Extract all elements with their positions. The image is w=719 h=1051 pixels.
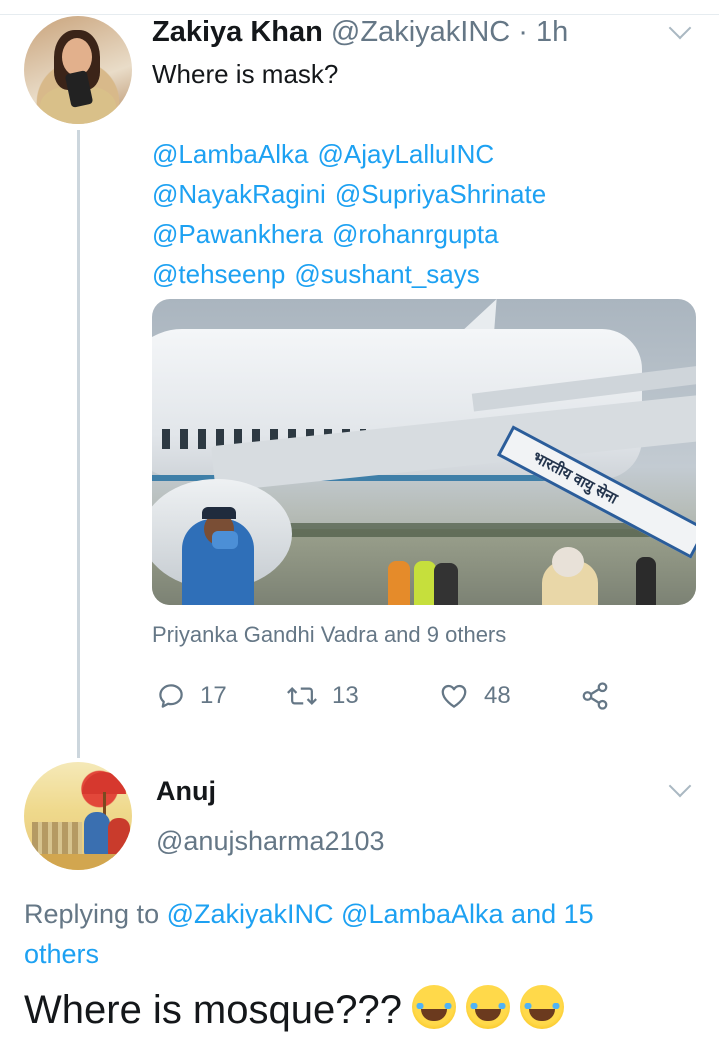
- face-with-tears-of-joy-icon: [411, 985, 456, 1029]
- tweet2-author-handle[interactable]: @anujsharma2103: [156, 824, 385, 858]
- tweet1-liked-by[interactable]: Priyanka Gandhi Vadra and 9 others: [152, 620, 506, 650]
- mention-link[interactable]: @LambaAlka: [152, 139, 308, 169]
- tweet1-header: Zakiya Khan @ZakiyakINC · 1h: [152, 14, 568, 50]
- tweet2-text-line: Where is mosque???: [24, 984, 564, 1036]
- tweet1-author-name[interactable]: Zakiya Khan: [152, 16, 323, 48]
- mention-link[interactable]: @SupriyaShrinate: [335, 179, 546, 209]
- tweet1-mentions: @LambaAlka @AjayLalluINC @NayakRagini @Sup…: [152, 134, 622, 294]
- share-icon: [582, 682, 608, 710]
- mention-link[interactable]: @NayakRagini: [152, 179, 326, 209]
- retweet-count: 13: [332, 682, 359, 709]
- reply-button[interactable]: 17: [156, 676, 227, 716]
- tweet2-author-name[interactable]: Anuj: [156, 774, 216, 808]
- mention-link[interactable]: @sushant_says: [294, 259, 479, 289]
- face-with-tears-of-joy-icon: [519, 985, 564, 1029]
- tweet1-action-bar: 17 13 48: [152, 676, 632, 716]
- tweet1-separator-dot: ·: [518, 16, 528, 48]
- retweet-button[interactable]: 13: [286, 676, 359, 716]
- replying-to-users[interactable]: @ZakiyakINC @LambaAlka: [167, 899, 504, 929]
- mention-link[interactable]: @Pawankhera: [152, 219, 323, 249]
- share-button[interactable]: [580, 676, 610, 716]
- tweet1-author-handle[interactable]: @ZakiyakINC: [331, 16, 510, 48]
- tweet1-photo[interactable]: भारतीय वायु सेना: [152, 299, 696, 605]
- tweet2-text: Where is mosque???: [24, 988, 402, 1032]
- face-with-tears-of-joy-icon: [465, 985, 510, 1029]
- retweet-icon: [287, 687, 317, 705]
- avatar-zakiya-khan[interactable]: [24, 16, 132, 124]
- avatar-anuj[interactable]: [24, 762, 132, 870]
- mention-link[interactable]: @rohanrgupta: [332, 219, 499, 249]
- tweet1-chevron-down-icon[interactable]: [668, 16, 692, 40]
- reply-count: 17: [200, 682, 227, 709]
- replying-to-prefix: Replying to: [24, 899, 160, 929]
- tweet1-timestamp[interactable]: 1h: [536, 16, 568, 48]
- reply-icon: [159, 684, 183, 708]
- tweet1-text: Where is mask?: [152, 59, 339, 89]
- mention-link[interactable]: @AjayLalluINC: [317, 139, 494, 169]
- replying-to-line: Replying to @ZakiyakINC @LambaAlka and 1…: [24, 894, 674, 974]
- like-count: 48: [484, 682, 511, 709]
- mention-link[interactable]: @tehseenp: [152, 259, 285, 289]
- like-button[interactable]: 48: [438, 676, 511, 716]
- tweet2-chevron-down-icon[interactable]: [668, 774, 692, 798]
- heart-icon: [441, 684, 467, 708]
- thread-connector-line: [77, 130, 80, 758]
